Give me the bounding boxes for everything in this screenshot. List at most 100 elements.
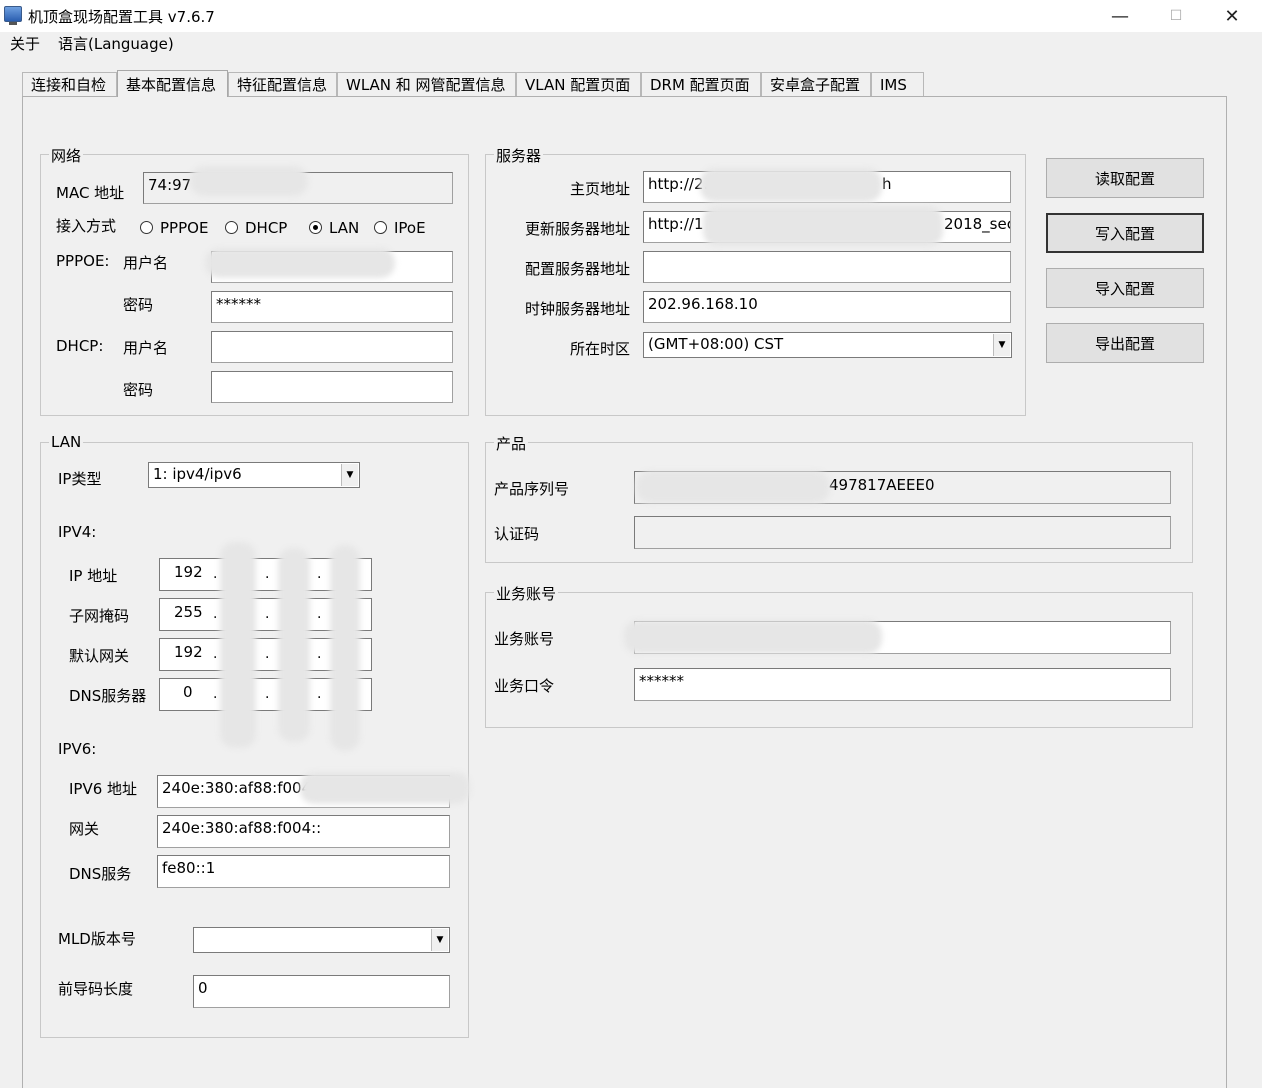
minimize-button[interactable]: — [1092,0,1148,32]
tab-vlan-config[interactable]: VLAN 配置页面 [516,72,641,96]
pppoe-username-label: 用户名 [123,254,169,272]
pppoe-password-label: 密码 [123,296,154,314]
timezone-value: (GMT+08:00) CST [648,335,784,353]
access-mode-label: 接入方式 [56,217,117,235]
read-config-button[interactable]: 读取配置 [1046,158,1204,198]
dhcp-password-label: 密码 [123,381,154,399]
pppoe-password-field[interactable]: ****** [211,291,453,323]
redacted-blur [703,206,943,246]
redacted-blur [700,168,882,202]
auth-code-field[interactable] [634,516,1171,549]
tab-drm-config[interactable]: DRM 配置页面 [641,72,761,96]
business-group-title: 业务账号 [494,583,559,604]
ip-type-label: IP类型 [58,470,102,488]
mld-version-select[interactable]: ▼ [193,927,450,953]
tab-ims[interactable]: IMS [871,72,924,96]
update-server-tail: 2018_sec [944,215,1011,233]
auth-code-label: 认证码 [494,525,540,543]
ip-type-value: 1: ipv4/ipv6 [153,465,242,483]
ipv6-label: IPV6: [58,740,97,758]
redacted-blur [300,772,470,804]
ip-dot: . [317,566,322,582]
home-url-label: 主页地址 [570,180,631,198]
dhcp-username-label: 用户名 [123,339,169,357]
home-url-tail: h [882,175,892,193]
server-group-title: 服务器 [494,145,544,166]
dhcp-username-field[interactable] [211,331,453,363]
dns-server-octet1: 0 [183,683,193,701]
redacted-blur [636,471,830,503]
gateway-octet1: 192 [174,643,203,661]
ipv4-label: IPV4: [58,523,97,541]
lan-group-title: LAN [49,433,84,451]
update-server-value: http://1 [648,215,704,233]
radio-lan[interactable] [309,221,322,234]
export-config-button[interactable]: 导出配置 [1046,323,1204,363]
menu-about[interactable]: 关于 [10,33,40,54]
config-server-label: 配置服务器地址 [525,260,631,278]
chevron-down-icon: ▼ [431,929,448,951]
clock-server-field[interactable]: 202.96.168.10 [643,291,1011,323]
timezone-select[interactable]: (GMT+08:00) CST ▼ [643,332,1012,358]
ipv6-dns-label: DNS服务 [69,865,132,883]
update-server-label: 更新服务器地址 [525,220,631,238]
import-config-button[interactable]: 导入配置 [1046,268,1204,308]
window-title: 机顶盒现场配置工具 v7.6.7 [28,8,215,26]
subnet-mask-octet1: 255 [174,603,203,621]
write-config-button[interactable]: 写入配置 [1046,213,1204,253]
ip-dot: . [265,566,270,582]
clock-server-label: 时钟服务器地址 [525,300,631,318]
ip-dot: . [213,606,218,622]
redacted-blur [190,166,308,196]
tab-android-config[interactable]: 安卓盒子配置 [761,72,871,96]
ip-dot: . [213,646,218,662]
prefix-length-field[interactable]: 0 [193,975,450,1008]
serial-number-value: 497817AEEE0 [829,476,935,494]
maximize-button[interactable]: ☐ [1148,0,1204,32]
radio-lan-label: LAN [329,219,360,237]
business-account-label: 业务账号 [494,630,555,648]
ipv6-address-label: IPV6 地址 [69,780,138,798]
tab-connect[interactable]: 连接和自检 [22,72,117,96]
ip-dot: . [265,686,270,702]
mld-version-label: MLD版本号 [58,930,136,948]
ipv6-gateway-label: 网关 [69,820,100,838]
radio-ipoe[interactable] [374,221,387,234]
ip-address-label: IP 地址 [69,567,118,585]
prefix-length-label: 前导码长度 [58,980,134,998]
chevron-down-icon: ▼ [993,334,1010,356]
product-group-title: 产品 [494,433,529,454]
menu-language[interactable]: 语言(Language) [58,33,174,54]
radio-pppoe-label: PPPOE [160,219,209,237]
ip-dot: . [317,646,322,662]
menu-bar [0,32,1262,54]
network-group-title: 网络 [49,145,84,166]
business-group [485,592,1193,728]
business-password-label: 业务口令 [494,677,555,695]
radio-dhcp[interactable] [225,221,238,234]
redacted-blur [220,542,256,748]
ip-dot: . [317,606,322,622]
ip-dot: . [317,686,322,702]
dns-server-label: DNS服务器 [69,687,147,705]
tab-feature-config[interactable]: 特征配置信息 [228,72,337,96]
business-password-field[interactable]: ****** [634,668,1171,701]
ipv6-dns-field[interactable]: fe80::1 [157,855,450,888]
timezone-label: 所在时区 [570,340,631,358]
redacted-blur [624,620,882,654]
tab-wlan-config[interactable]: WLAN 和 网管配置信息 [337,72,516,96]
mac-label: MAC 地址 [56,184,125,202]
close-button[interactable]: ✕ [1204,0,1260,32]
serial-number-label: 产品序列号 [494,480,570,498]
subnet-mask-label: 子网掩码 [69,607,130,625]
config-server-field[interactable] [643,251,1011,283]
pppoe-label: PPPOE: [56,252,110,270]
ip-type-select[interactable]: 1: ipv4/ipv6 ▼ [148,462,360,488]
tab-basic-config[interactable]: 基本配置信息 [117,70,228,97]
radio-pppoe[interactable] [140,221,153,234]
dhcp-label: DHCP: [56,337,104,355]
ipv6-gateway-field[interactable]: 240e:380:af88:f004:: [157,815,450,848]
dhcp-password-field[interactable] [211,371,453,403]
gateway-label: 默认网关 [69,647,130,665]
ip-dot: . [265,646,270,662]
